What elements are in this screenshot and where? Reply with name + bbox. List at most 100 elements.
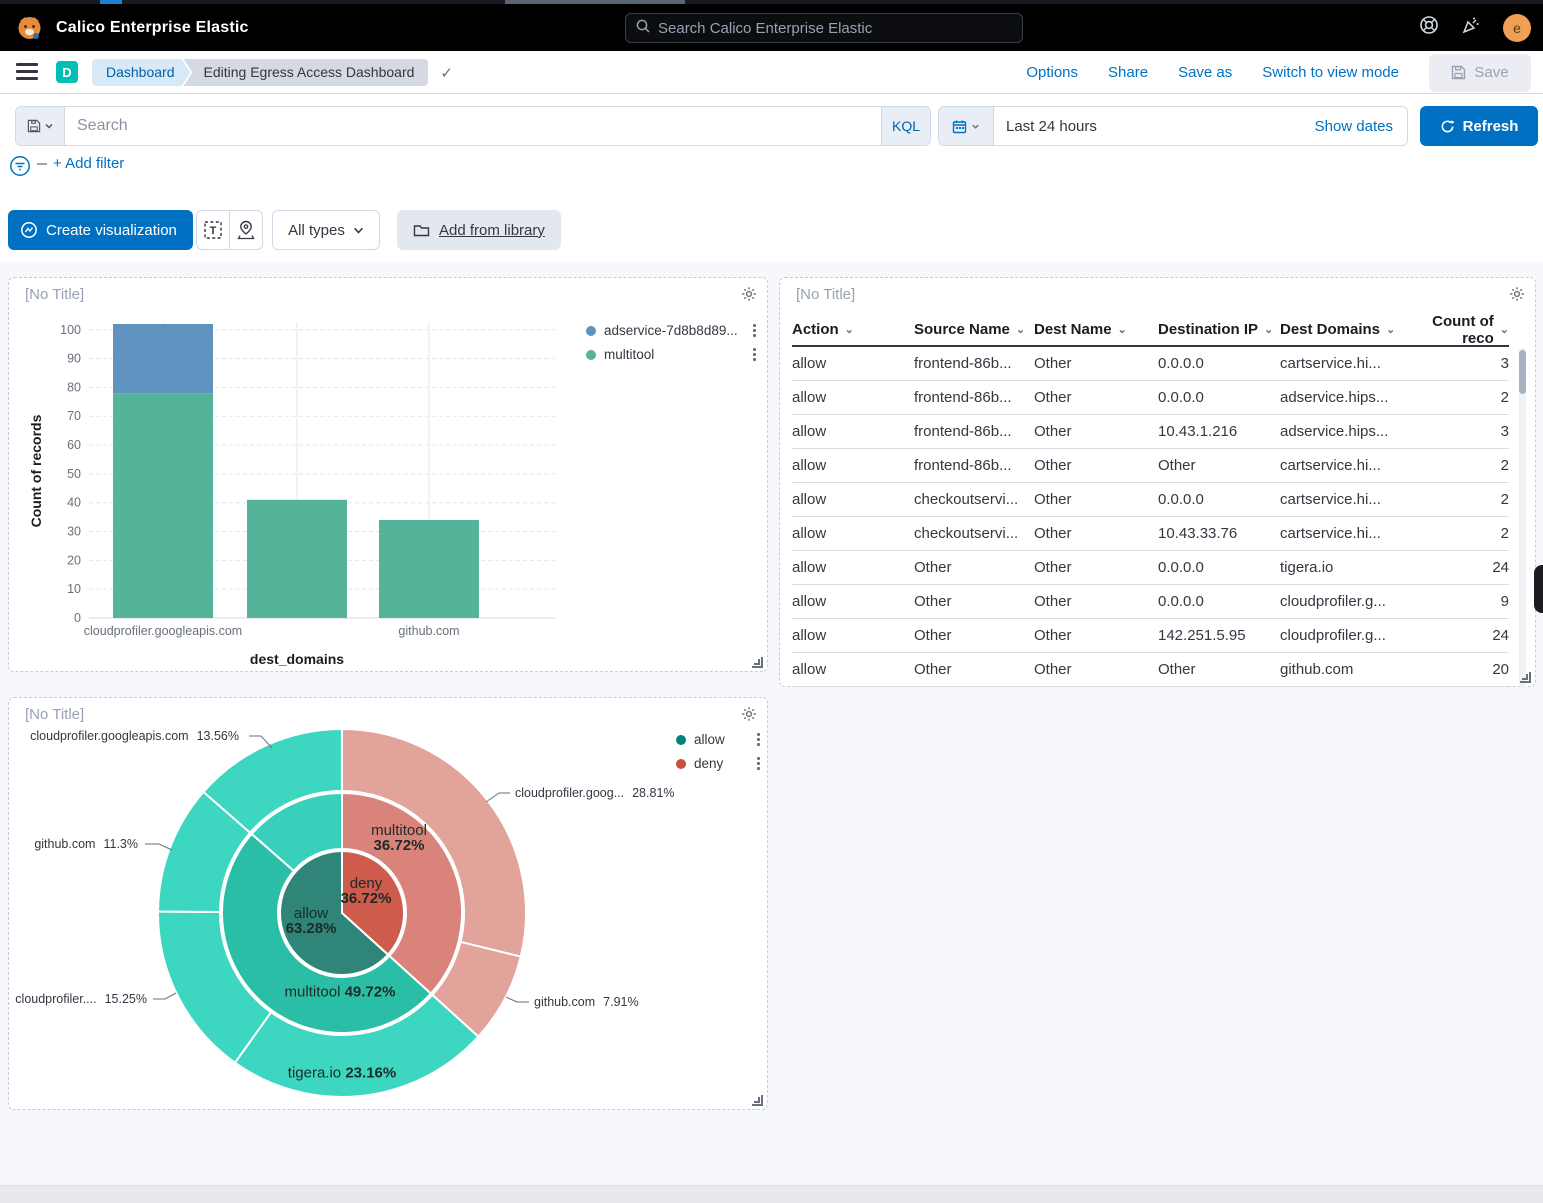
legend-menu-icon[interactable] <box>755 755 762 772</box>
legend-item[interactable]: multitool <box>586 346 758 363</box>
column-header[interactable]: Source Name⌄ <box>914 321 1034 338</box>
panel-title[interactable]: [No Title] <box>796 286 855 303</box>
table-cell[interactable]: allow <box>792 661 914 678</box>
dashboard-app-badge[interactable]: D <box>56 61 78 83</box>
table-cell[interactable]: cartservice.hi... <box>1280 525 1402 542</box>
add-map-button[interactable] <box>229 211 262 249</box>
legend-item[interactable]: adservice-7d8b8d89... <box>586 322 758 339</box>
table-cell[interactable]: allow <box>792 389 914 406</box>
table-cell[interactable]: 3 <box>1402 355 1509 372</box>
table-cell[interactable]: Other <box>1034 457 1158 474</box>
table-cell[interactable]: frontend-86b... <box>914 355 1034 372</box>
saved-query-menu-button[interactable] <box>16 107 65 145</box>
table-cell[interactable]: allow <box>792 457 914 474</box>
table-cell[interactable]: frontend-86b... <box>914 423 1034 440</box>
add-text-button[interactable]: T <box>197 211 229 249</box>
table-cell[interactable]: Other <box>1158 457 1280 474</box>
table-cell[interactable]: allow <box>792 559 914 576</box>
column-header[interactable]: Destination IP⌄ <box>1158 321 1280 338</box>
check-icon[interactable]: ✓ <box>440 64 453 82</box>
legend-item[interactable]: deny <box>676 755 762 772</box>
column-header[interactable]: Action⌄ <box>792 321 914 338</box>
bar-segment[interactable] <box>379 520 479 618</box>
table-cell[interactable]: Other <box>1034 627 1158 644</box>
column-header[interactable]: Dest Name⌄ <box>1034 321 1158 338</box>
table-row[interactable]: allowcheckoutservi...Other0.0.0.0cartser… <box>792 483 1509 517</box>
table-cell[interactable]: Other <box>914 661 1034 678</box>
news-icon[interactable] <box>1461 15 1481 40</box>
create-visualization-button[interactable]: Create visualization <box>8 210 193 250</box>
table-cell[interactable]: Other <box>1034 525 1158 542</box>
table-cell[interactable]: adservice.hips... <box>1280 389 1402 406</box>
time-range-value[interactable]: Last 24 hours <box>994 118 1315 135</box>
legend-item[interactable]: allow <box>676 731 762 748</box>
table-cell[interactable]: frontend-86b... <box>914 457 1034 474</box>
bar-segment[interactable] <box>247 500 347 618</box>
table-cell[interactable]: Other <box>1034 423 1158 440</box>
panel-resize-handle[interactable] <box>752 1095 763 1106</box>
table-cell[interactable]: 9 <box>1402 593 1509 610</box>
table-cell[interactable]: adservice.hips... <box>1280 423 1402 440</box>
table-cell[interactable]: tigera.io <box>1280 559 1402 576</box>
filter-icon[interactable] <box>9 155 31 182</box>
table-cell[interactable]: Other <box>1034 355 1158 372</box>
table-scrollbar-thumb[interactable] <box>1519 350 1526 394</box>
table-cell[interactable]: 10.43.33.76 <box>1158 525 1280 542</box>
legend-menu-icon[interactable] <box>751 322 758 339</box>
table-cell[interactable]: cartservice.hi... <box>1280 457 1402 474</box>
table-cell[interactable]: frontend-86b... <box>914 389 1034 406</box>
table-cell[interactable]: 0.0.0.0 <box>1158 491 1280 508</box>
table-cell[interactable]: Other <box>914 559 1034 576</box>
table-cell[interactable]: Other <box>1034 491 1158 508</box>
table-row[interactable]: allowOtherOther0.0.0.0tigera.io24 <box>792 551 1509 585</box>
table-row[interactable]: allowOtherOther142.251.5.95cloudprofiler… <box>792 619 1509 653</box>
table-cell[interactable]: 24 <box>1402 559 1509 576</box>
table-cell[interactable]: cloudprofiler.g... <box>1280 627 1402 644</box>
table-row[interactable]: allowcheckoutservi...Other10.43.33.76car… <box>792 517 1509 551</box>
table-cell[interactable]: 20 <box>1402 661 1509 678</box>
panel-resize-handle[interactable] <box>1520 672 1531 683</box>
table-cell[interactable]: 142.251.5.95 <box>1158 627 1280 644</box>
table-cell[interactable]: Other <box>1034 559 1158 576</box>
table-row[interactable]: allowfrontend-86b...Other0.0.0.0cartserv… <box>792 347 1509 381</box>
table-row[interactable]: allowfrontend-86b...Other10.43.1.216adse… <box>792 415 1509 449</box>
table-cell[interactable]: Other <box>914 627 1034 644</box>
save-button[interactable]: Save <box>1429 54 1531 92</box>
table-cell[interactable]: allow <box>792 627 914 644</box>
global-search[interactable] <box>625 13 1023 43</box>
menu-icon[interactable] <box>16 63 38 81</box>
query-input[interactable] <box>65 117 881 135</box>
table-cell[interactable]: checkoutservi... <box>914 525 1034 542</box>
table-cell[interactable]: 0.0.0.0 <box>1158 559 1280 576</box>
table-cell[interactable]: allow <box>792 593 914 610</box>
table-cell[interactable]: cartservice.hi... <box>1280 491 1402 508</box>
save-as-link[interactable]: Save as <box>1178 64 1232 81</box>
table-cell[interactable]: 2 <box>1402 491 1509 508</box>
table-cell[interactable]: cartservice.hi... <box>1280 355 1402 372</box>
table-cell[interactable]: allow <box>792 355 914 372</box>
table-cell[interactable]: 0.0.0.0 <box>1158 593 1280 610</box>
table-cell[interactable]: 0.0.0.0 <box>1158 389 1280 406</box>
table-row[interactable]: allowfrontend-86b...Other0.0.0.0adservic… <box>792 381 1509 415</box>
column-header[interactable]: Dest Domains⌄ <box>1280 321 1402 338</box>
legend-menu-icon[interactable] <box>755 731 762 748</box>
table-cell[interactable]: Other <box>914 593 1034 610</box>
share-link[interactable]: Share <box>1108 64 1148 81</box>
gear-icon[interactable] <box>1509 286 1525 307</box>
switch-view-mode-link[interactable]: Switch to view mode <box>1262 64 1399 81</box>
table-cell[interactable]: 2 <box>1402 525 1509 542</box>
refresh-button[interactable]: Refresh <box>1420 106 1538 146</box>
table-cell[interactable]: Other <box>1034 389 1158 406</box>
table-cell[interactable]: allow <box>792 423 914 440</box>
show-dates-link[interactable]: Show dates <box>1315 118 1407 135</box>
table-cell[interactable]: Other <box>1034 661 1158 678</box>
table-cell[interactable]: Other <box>1158 661 1280 678</box>
table-cell[interactable]: checkoutservi... <box>914 491 1034 508</box>
flyout-handle[interactable] <box>1534 565 1543 613</box>
table-cell[interactable]: 10.43.1.216 <box>1158 423 1280 440</box>
table-row[interactable]: allowfrontend-86b...OtherOthercartservic… <box>792 449 1509 483</box>
table-cell[interactable]: allow <box>792 525 914 542</box>
global-search-input[interactable] <box>658 20 1012 37</box>
column-header[interactable]: Count of reco⌄ <box>1402 313 1509 347</box>
options-link[interactable]: Options <box>1026 64 1078 81</box>
